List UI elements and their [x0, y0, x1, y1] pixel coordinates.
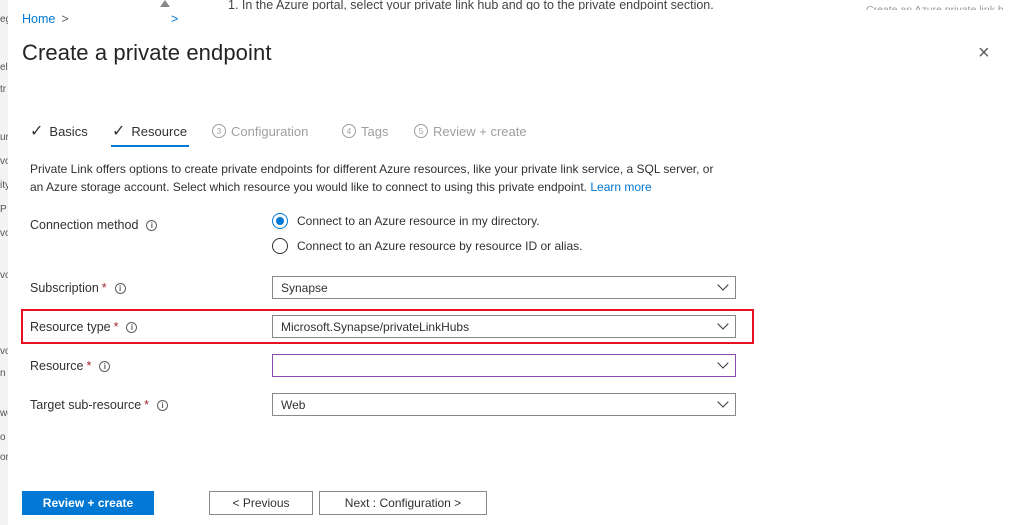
- bg-fragment: tr: [0, 84, 7, 95]
- target-subresource-dropdown[interactable]: Web: [272, 393, 736, 416]
- radio-connect-by-resource-id[interactable]: Connect to an Azure resource by resource…: [272, 238, 582, 254]
- create-private-endpoint-blade: Home > > Create a private endpoint × ✓ B…: [8, 10, 1014, 525]
- checkmark-icon: ✓: [30, 123, 44, 140]
- next-configuration-button[interactable]: Next : Configuration >: [319, 491, 487, 515]
- chevron-right-icon: >: [171, 12, 179, 26]
- active-tab-indicator: [111, 145, 189, 147]
- tab-review-create[interactable]: 5 Review + create: [414, 121, 527, 141]
- field-label: Subscription: [30, 281, 99, 295]
- field-label: Connection method: [30, 218, 139, 232]
- resource-dropdown[interactable]: [272, 354, 736, 377]
- tab-resource[interactable]: ✓ Resource: [112, 121, 187, 141]
- tab-basics[interactable]: ✓ Basics: [30, 121, 88, 141]
- radio-checked-icon[interactable]: [272, 213, 288, 229]
- resource-type-label: Resource type * i: [30, 320, 138, 334]
- step-number-icon: 5: [414, 124, 428, 138]
- tab-label: Basics: [49, 123, 88, 139]
- dropdown-value: Microsoft.Synapse/privateLinkHubs: [281, 319, 470, 334]
- tab-label: Review + create: [433, 123, 527, 139]
- checkmark-icon: ✓: [112, 123, 126, 140]
- bg-fragment: eg: [0, 14, 8, 25]
- breadcrumb: Home >: [22, 12, 69, 26]
- bg-fragment: vo: [0, 228, 8, 239]
- radio-unchecked-icon[interactable]: [272, 238, 288, 254]
- dropdown-value: Synapse: [281, 280, 328, 295]
- step-number-icon: 3: [212, 124, 226, 138]
- tab-tags[interactable]: 4 Tags: [342, 121, 388, 141]
- bg-fragment: n: [0, 368, 6, 379]
- chevron-down-icon: [717, 279, 729, 291]
- bg-fragment: vo: [0, 156, 8, 167]
- breadcrumb-home-link[interactable]: Home: [22, 12, 55, 26]
- tab-label: Tags: [361, 123, 389, 139]
- previous-button[interactable]: < Previous: [209, 491, 313, 515]
- step-number-icon: 4: [342, 124, 356, 138]
- connection-method-label: Connection method i: [30, 218, 158, 232]
- chevron-down-icon: [717, 318, 729, 330]
- info-icon[interactable]: i: [99, 360, 111, 372]
- chevron-down-icon: [717, 396, 729, 408]
- info-icon[interactable]: i: [146, 219, 158, 231]
- radio-label: Connect to an Azure resource by resource…: [297, 239, 583, 253]
- subscription-dropdown[interactable]: Synapse: [272, 276, 736, 299]
- bg-fragment: or: [0, 452, 8, 463]
- bg-fragment: vo: [0, 346, 8, 357]
- required-marker: *: [86, 359, 92, 373]
- tab-configuration[interactable]: 3 Configuration: [212, 121, 308, 141]
- bg-fragment: wo: [0, 408, 8, 419]
- required-marker: *: [144, 398, 150, 412]
- subscription-label: Subscription * i: [30, 281, 126, 295]
- target-subresource-label: Target sub-resource * i: [30, 398, 169, 412]
- bg-fragment: el: [0, 62, 8, 73]
- field-label: Target sub-resource: [30, 398, 142, 412]
- chevron-right-icon: >: [61, 12, 69, 26]
- bg-fragment: o: [0, 432, 6, 443]
- resource-label: Resource * i: [30, 359, 111, 373]
- scroll-up-arrow-icon: [160, 0, 170, 7]
- bg-fragment: ur: [0, 132, 8, 143]
- info-icon[interactable]: i: [126, 321, 138, 333]
- close-icon[interactable]: ×: [978, 43, 990, 63]
- review-create-button[interactable]: Review + create: [22, 491, 154, 515]
- learn-more-link[interactable]: Learn more: [590, 180, 651, 194]
- tab-label: Configuration: [231, 123, 309, 139]
- description-text: Private Link offers options to create pr…: [30, 160, 730, 196]
- page-title: Create a private endpoint: [22, 40, 272, 65]
- required-marker: *: [101, 281, 107, 295]
- bg-fragment: ity: [0, 180, 8, 191]
- tab-label: Resource: [131, 123, 188, 139]
- bg-fragment: P: [0, 204, 7, 215]
- radio-label: Connect to an Azure resource in my direc…: [297, 214, 540, 228]
- field-label: Resource type: [30, 320, 111, 334]
- dropdown-value: Web: [281, 397, 306, 412]
- chevron-down-icon: [717, 357, 729, 369]
- bg-fragment: vo: [0, 270, 8, 281]
- info-icon[interactable]: i: [157, 399, 169, 411]
- radio-connect-in-directory[interactable]: Connect to an Azure resource in my direc…: [272, 213, 540, 229]
- required-marker: *: [113, 320, 119, 334]
- background-doc-left-strip: eg el tr ur vo ity P vo vo vo n wo o or: [0, 0, 8, 525]
- resource-type-dropdown[interactable]: Microsoft.Synapse/privateLinkHubs: [272, 315, 736, 338]
- info-icon[interactable]: i: [114, 282, 126, 294]
- field-label: Resource: [30, 359, 84, 373]
